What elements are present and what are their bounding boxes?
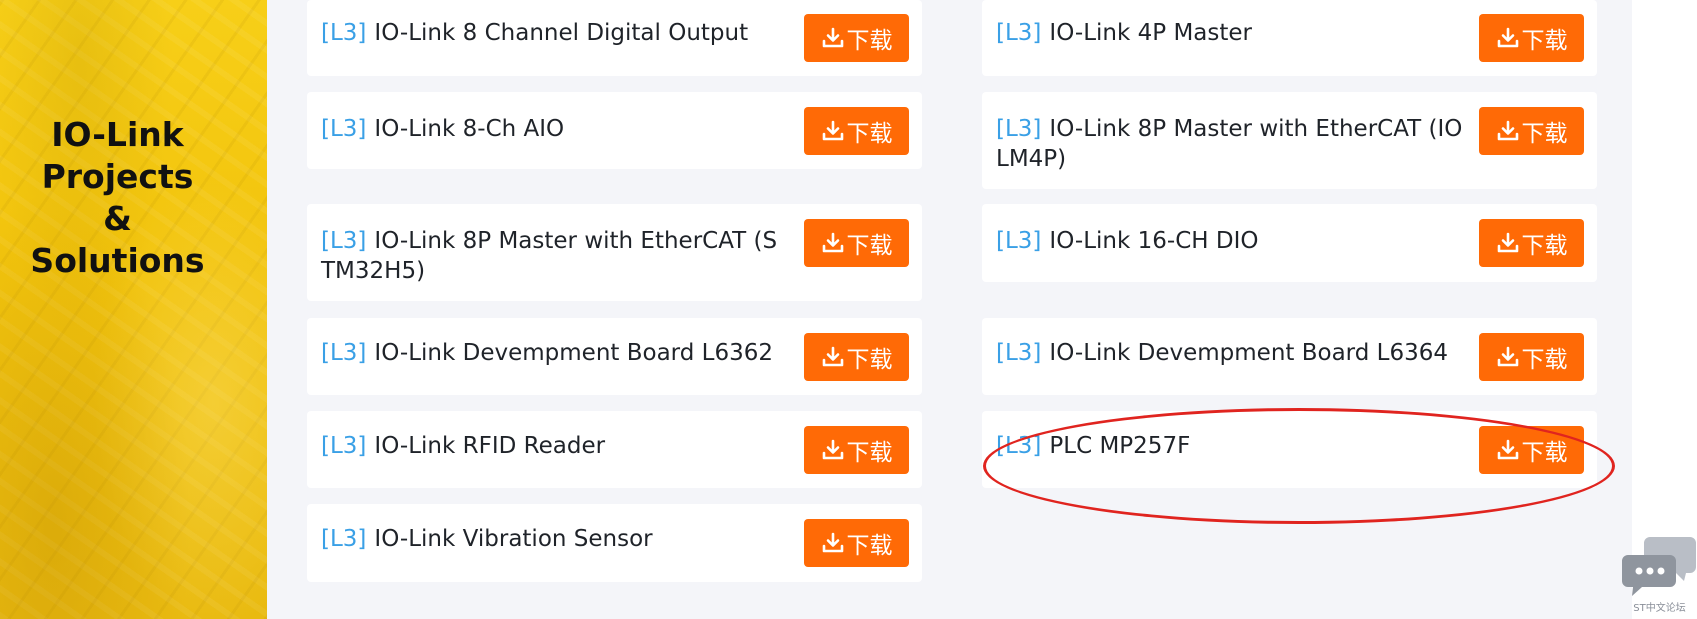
project-title[interactable]: [L3] PLC MP257F [996,431,1466,461]
project-card: [L3] IO-Link RFID Reader 下载 [307,411,922,488]
download-icon [1497,27,1518,48]
banner-title-line: IO-Link [51,115,184,154]
download-label: 下载 [846,347,893,373]
project-name: IO-Link 8P Master with EtherCAT (STM32H5… [321,228,778,284]
download-label: 下载 [1521,28,1568,54]
download-label: 下载 [846,121,893,147]
chat-caption: ST中文论坛 [1633,603,1686,614]
forum-chat-widget[interactable]: ST中文论坛 [1622,535,1697,619]
project-card: [L3] IO-Link 8P Master with EtherCAT (STM… [307,204,922,301]
download-icon [822,532,843,553]
project-name: IO-Link Vibration Sensor [374,526,653,552]
project-card: [L3] IO-Link 8P Master with EtherCAT (IOL… [982,92,1597,189]
project-title[interactable]: [L3] IO-Link 8-Ch AIO [321,114,791,144]
level-tag: [L3] [321,340,367,366]
project-card: [L3] IO-Link Vibration Sensor 下载 [307,504,922,582]
project-card: [L3] IO-Link 16-CH DIO 下载 [982,204,1597,282]
download-label: 下载 [846,233,893,259]
project-title[interactable]: [L3] IO-Link RFID Reader [321,431,791,461]
level-tag: [L3] [996,116,1042,142]
project-name: IO-Link RFID Reader [374,433,606,459]
download-button[interactable]: 下载 [1479,14,1584,62]
download-icon [822,232,843,253]
project-name: IO-Link Devempment Board L6362 [374,340,773,366]
project-name: IO-Link 4P Master [1049,20,1253,46]
project-card: [L3] IO-Link 8 Channel Digital Output 下载 [307,0,922,76]
project-title[interactable]: [L3] IO-Link Devempment Board L6364 [996,338,1466,368]
download-label: 下载 [846,533,893,559]
level-tag: [L3] [996,20,1042,46]
project-card: [L3] PLC MP257F 下载 [982,411,1597,488]
level-tag: [L3] [996,433,1042,459]
project-card: [L3] IO-Link 8-Ch AIO 下载 [307,92,922,169]
download-button[interactable]: 下载 [1479,107,1584,155]
project-list-panel: [L3] IO-Link 8 Channel Digital Output 下载 … [267,0,1632,619]
download-button[interactable]: 下载 [804,426,909,474]
download-icon [1497,232,1518,253]
download-icon [1497,120,1518,141]
banner-title: IO-Link Projects & Solutions [0,114,235,282]
project-name: IO-Link Devempment Board L6364 [1049,340,1448,366]
download-button[interactable]: 下载 [804,14,909,62]
download-label: 下载 [846,440,893,466]
banner-title-line: Solutions [30,241,205,280]
download-button[interactable]: 下载 [804,333,909,381]
project-card: [L3] IO-Link 4P Master 下载 [982,0,1597,76]
project-title[interactable]: [L3] IO-Link 8P Master with EtherCAT (STM… [321,226,791,286]
download-button[interactable]: 下载 [804,219,909,267]
download-button[interactable]: 下载 [1479,333,1584,381]
download-icon [1497,439,1518,460]
download-button[interactable]: 下载 [804,519,909,567]
level-tag: [L3] [321,20,367,46]
download-button[interactable]: 下载 [1479,426,1584,474]
project-title[interactable]: [L3] IO-Link Vibration Sensor [321,524,791,554]
chat-bubbles-icon [1622,537,1696,596]
download-icon [822,439,843,460]
project-name: IO-Link 8-Ch AIO [374,116,565,142]
download-label: 下载 [1521,347,1568,373]
download-label: 下载 [1521,233,1568,259]
download-label: 下载 [846,28,893,54]
project-name: IO-Link 8 Channel Digital Output [374,20,749,46]
project-name: PLC MP257F [1049,433,1191,459]
project-title[interactable]: [L3] IO-Link Devempment Board L6362 [321,338,791,368]
project-card: [L3] IO-Link Devempment Board L6364 下载 [982,318,1597,395]
project-title[interactable]: [L3] IO-Link 8 Channel Digital Output [321,18,791,48]
side-banner: IO-Link Projects & Solutions [0,0,267,619]
level-tag: [L3] [321,116,367,142]
download-icon [822,27,843,48]
banner-title-line: & [103,199,132,238]
download-icon [822,346,843,367]
project-card: [L3] IO-Link Devempment Board L6362 下载 [307,318,922,395]
download-label: 下载 [1521,121,1568,147]
banner-title-line: Projects [41,157,194,196]
project-name: IO-Link 8P Master with EtherCAT (IOLM4P) [996,116,1463,172]
level-tag: [L3] [321,526,367,552]
download-icon [822,120,843,141]
level-tag: [L3] [996,228,1042,254]
project-title[interactable]: [L3] IO-Link 8P Master with EtherCAT (IOL… [996,114,1466,174]
project-title[interactable]: [L3] IO-Link 16-CH DIO [996,226,1466,256]
download-label: 下载 [1521,440,1568,466]
download-button[interactable]: 下载 [1479,219,1584,267]
project-name: IO-Link 16-CH DIO [1049,228,1259,254]
download-icon [1497,346,1518,367]
level-tag: [L3] [321,228,367,254]
level-tag: [L3] [321,433,367,459]
project-title[interactable]: [L3] IO-Link 4P Master [996,18,1466,48]
download-button[interactable]: 下载 [804,107,909,155]
level-tag: [L3] [996,340,1042,366]
